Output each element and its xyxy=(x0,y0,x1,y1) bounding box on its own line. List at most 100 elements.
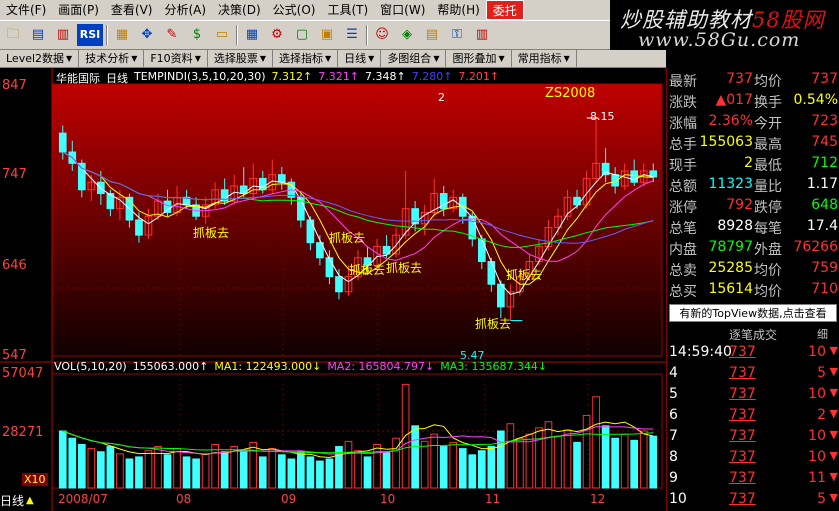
trade-time: 4 xyxy=(669,365,678,381)
blank-icon[interactable]: ▢ xyxy=(291,24,313,46)
chart-icon[interactable]: ▤ xyxy=(27,24,49,46)
menu-item[interactable]: 分析(A) xyxy=(158,0,212,20)
trade-flag: ▼ xyxy=(829,344,838,357)
volume-bar xyxy=(411,425,419,489)
f10-icon[interactable]: ▦ xyxy=(111,24,133,46)
quote-label: 今开 xyxy=(754,116,782,132)
quote-label: 均价 xyxy=(754,263,782,279)
quote-label: 总买 xyxy=(669,284,697,300)
map-icon[interactable]: ◈ xyxy=(396,24,418,46)
candle-body xyxy=(58,132,67,153)
tools-icon[interactable]: ⚙ xyxy=(266,24,288,46)
volume-bar xyxy=(544,421,553,489)
menu-item[interactable]: 委托 xyxy=(485,0,524,20)
ma-value-2: 7.321↑ xyxy=(318,70,359,83)
function-tab[interactable]: 选择股票 ▼ xyxy=(208,49,273,68)
move-icon[interactable]: ✥ xyxy=(136,24,158,46)
ma-value-5: 7.201↑ xyxy=(458,70,500,83)
news-icon[interactable]: ▤ xyxy=(421,24,443,46)
menu-item[interactable]: 窗口(W) xyxy=(374,0,431,20)
kline-icon[interactable]: ▥ xyxy=(52,24,74,46)
folder-icon[interactable]: 🗀 xyxy=(2,24,24,46)
candle-body xyxy=(77,162,86,191)
trade-price[interactable]: 737 xyxy=(729,428,756,444)
quote-value: 792 xyxy=(726,197,753,213)
quote-label: 总手 xyxy=(669,137,697,153)
save-icon[interactable]: ▣ xyxy=(316,24,338,46)
pen-icon[interactable]: ✎ xyxy=(161,24,183,46)
candle-body xyxy=(630,170,639,183)
menu-item[interactable]: 帮助(H) xyxy=(431,0,485,20)
date-axis-label: 09 xyxy=(281,492,297,506)
list-icon[interactable]: ☰ xyxy=(341,24,363,46)
candle-body xyxy=(477,238,486,263)
volume-bar xyxy=(154,446,162,489)
person-icon[interactable]: ☺ xyxy=(371,24,393,46)
volume-bar xyxy=(77,443,86,489)
menu-item[interactable]: 工具(T) xyxy=(321,0,374,20)
function-tab[interactable]: 图形叠加 ▼ xyxy=(446,49,512,68)
lock-icon[interactable]: ⚿ xyxy=(446,24,468,46)
trade-price[interactable]: 737 xyxy=(729,365,756,381)
volume-bar xyxy=(144,450,153,489)
book-icon[interactable]: ▥ xyxy=(471,24,493,46)
trade-price[interactable]: 737 xyxy=(729,344,756,360)
quote-value: 78797 xyxy=(708,239,753,255)
topview-button[interactable]: 有新的TopView数据,点击查看 xyxy=(669,304,837,322)
volume-bar xyxy=(363,456,372,489)
trade-vol: 10 xyxy=(808,449,826,465)
quote-label: 均价 xyxy=(754,74,782,90)
function-tab[interactable]: 常用指标 ▼ xyxy=(512,49,577,68)
low-price-marker: 5.47 xyxy=(460,349,485,362)
kline-chart-svg[interactable] xyxy=(0,68,666,511)
trade-flag: ▼ xyxy=(829,449,838,462)
quote-value: 15614 xyxy=(708,281,753,297)
period-switch-button[interactable]: 日线 ▲ xyxy=(0,492,34,509)
volume-bar xyxy=(630,439,639,489)
menu-item[interactable]: 查看(V) xyxy=(105,0,159,20)
trade-price[interactable]: 737 xyxy=(729,491,756,507)
quote-label: 涨跌 xyxy=(669,95,697,111)
candle-body xyxy=(497,283,505,308)
ruler-icon[interactable]: ▭ xyxy=(211,24,233,46)
function-tab[interactable]: 多图组合 ▼ xyxy=(381,49,447,68)
function-tab[interactable]: 技术分析 ▼ xyxy=(79,49,145,68)
trades-detail-toggle[interactable]: 细 xyxy=(817,326,828,342)
candle-body xyxy=(335,276,343,293)
volume-bar xyxy=(516,437,524,489)
function-tab-label: 选择股票 xyxy=(213,51,258,65)
rsi-button[interactable]: RSI xyxy=(77,24,103,46)
trade-vol: 10 xyxy=(808,386,826,402)
menu-item[interactable]: 画面(P) xyxy=(52,0,105,20)
volume-bar xyxy=(230,446,239,489)
function-tab[interactable]: F10资料 ▼ xyxy=(144,49,208,68)
kline-chart-panel[interactable]: 华能国际 日线 TEMPINDI(3,5,10,20,30) 7.312↑ 7.… xyxy=(0,68,666,511)
volume-bar xyxy=(211,443,219,489)
brand-watermark: 炒股辅助教材58股网 www.58Gu.com xyxy=(610,0,839,51)
trade-price[interactable]: 737 xyxy=(729,407,756,423)
trade-price[interactable]: 737 xyxy=(729,386,756,402)
trade-price[interactable]: 737 xyxy=(729,470,756,486)
menu-item[interactable]: 决策(D) xyxy=(212,0,267,20)
stock-name: 华能国际 xyxy=(56,72,100,85)
date-axis-label: 11 xyxy=(485,492,501,506)
trade-price[interactable]: 737 xyxy=(729,449,756,465)
menu-item[interactable]: 文件(F) xyxy=(0,0,52,20)
trade-flag: ▼ xyxy=(829,470,838,483)
function-tab[interactable]: 选择指标 ▼ xyxy=(273,49,339,68)
quote-label: 跌停 xyxy=(754,200,782,216)
function-tab[interactable]: 日线 ▼ xyxy=(338,49,382,68)
grid-icon[interactable]: ▦ xyxy=(241,24,263,46)
volume-bar xyxy=(316,460,324,489)
chevron-down-icon: ▼ xyxy=(259,53,266,63)
dollar-icon[interactable]: $ xyxy=(186,24,208,46)
function-tab[interactable]: Level2数据 ▼ xyxy=(0,49,80,68)
signal-label: 抓板去 xyxy=(329,231,366,245)
chevron-down-icon: ▼ xyxy=(563,53,570,63)
vol-ma3: MA3: 135687.344↓ xyxy=(440,360,548,373)
trade-flag: ▼ xyxy=(829,365,838,378)
menu-item[interactable]: 公式(O) xyxy=(267,0,322,20)
quote-label: 换手 xyxy=(754,95,782,111)
volume-bar xyxy=(297,451,305,489)
signal-label: 抓板去 xyxy=(506,268,543,282)
